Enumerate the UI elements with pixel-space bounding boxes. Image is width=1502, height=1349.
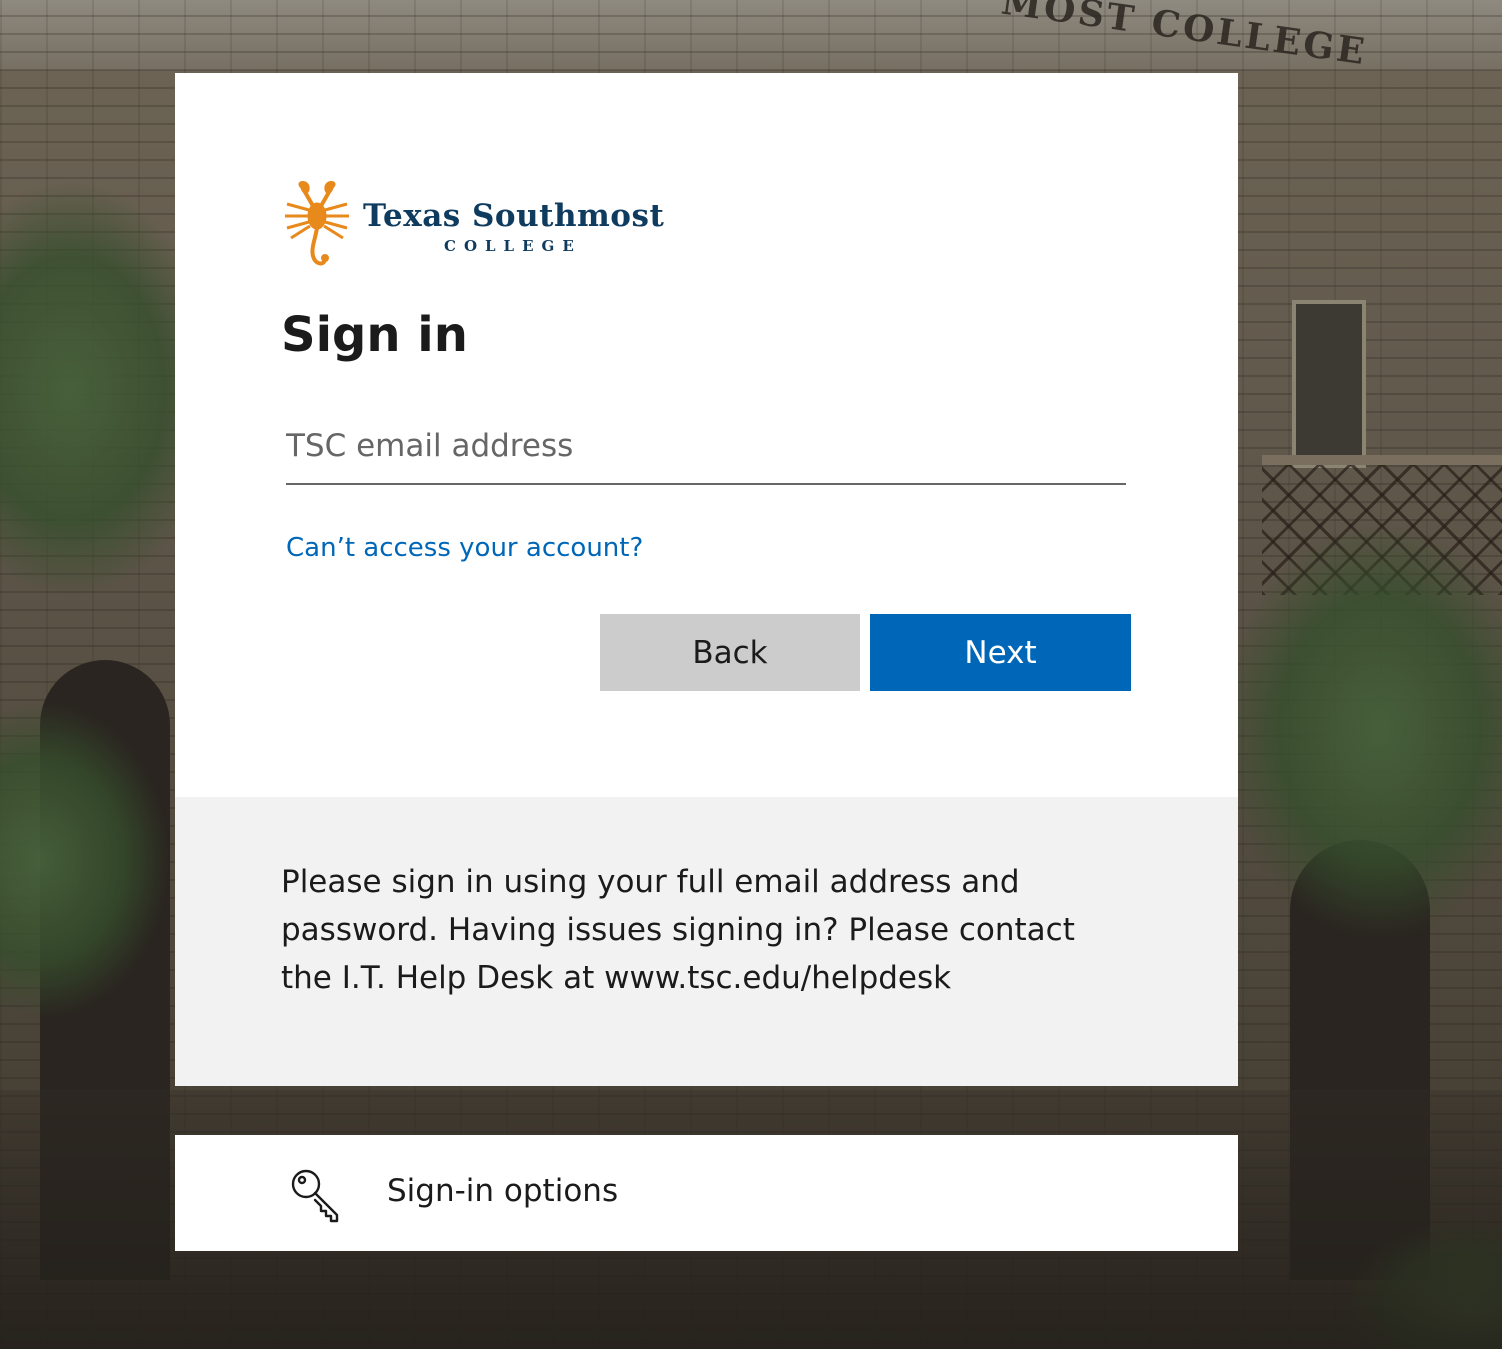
back-button[interactable]: Back [600,614,860,691]
email-field[interactable] [286,415,1126,485]
next-button[interactable]: Next [870,614,1131,691]
page-title: Sign in [281,307,468,363]
background-window [1292,300,1366,468]
signin-form-panel: Texas Southmost COLLEGE Sign in Can’t ac… [175,73,1238,797]
logo-subtitle: COLLEGE [444,237,582,255]
logo-wordmark: Texas Southmost [363,198,665,234]
help-message: Please sign in using your full email add… [281,864,1075,996]
signin-options-button[interactable]: Sign-in options [175,1135,1238,1251]
signin-help-panel: Please sign in using your full email add… [175,797,1238,1086]
key-icon [291,1169,339,1223]
signin-card: Texas Southmost COLLEGE Sign in Can’t ac… [175,73,1238,1086]
scorpion-logo-icon [285,181,349,266]
tsc-logo: Texas Southmost COLLEGE [281,178,701,270]
signin-options-label: Sign-in options [387,1173,619,1209]
cant-access-account-link[interactable]: Can’t access your account? [286,533,643,563]
